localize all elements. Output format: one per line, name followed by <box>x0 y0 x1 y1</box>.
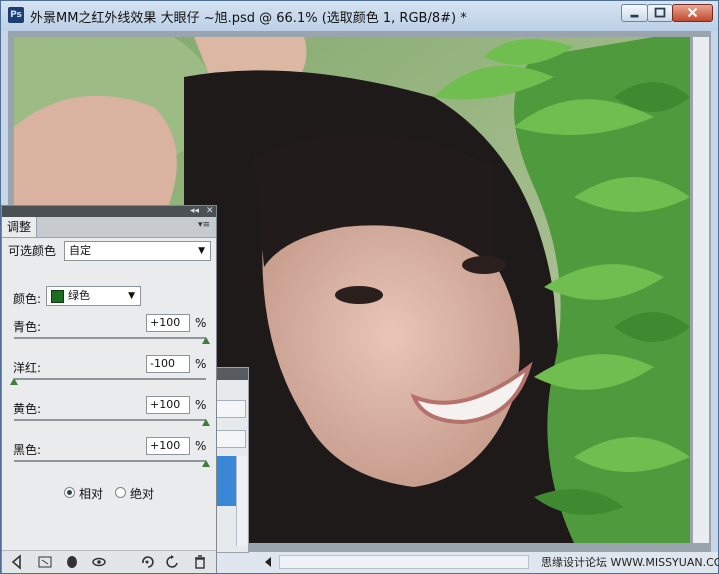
adjustment-type-label: 可选颜色 <box>8 244 57 258</box>
slider-thumb[interactable] <box>10 378 18 385</box>
collapse-icon[interactable]: ◂◂ <box>190 206 199 217</box>
preset-value: 自定 <box>69 244 91 257</box>
relative-radio[interactable] <box>64 487 75 498</box>
slider-label: 黑色: <box>13 443 42 457</box>
chevron-down-icon: ▼ <box>128 291 135 301</box>
maximize-button[interactable] <box>647 4 673 22</box>
reset-icon[interactable] <box>165 554 181 570</box>
slider-track[interactable] <box>14 460 206 462</box>
close-button[interactable] <box>672 4 713 22</box>
photoshop-document-window: Ps 外景MM之红外线效果 大眼仔 ~旭.psd @ 66.1% (选取颜色 1… <box>0 0 719 574</box>
absolute-radio[interactable] <box>115 487 126 498</box>
absolute-label: 绝对 <box>130 487 155 501</box>
adjustments-panel: ◂◂ ✕ 调整 ▾≡ 可选颜色 自定 ▼ 颜色: 绿色 ▼ 青色: +100 %… <box>1 205 217 573</box>
yellow-value-input[interactable]: +100 <box>146 396 190 414</box>
scroll-left-arrow-icon[interactable] <box>261 554 277 570</box>
relative-label: 相对 <box>79 487 104 501</box>
panel-tab-bar: 调整 ▾≡ <box>2 217 216 238</box>
slider-track[interactable] <box>14 419 206 421</box>
slider-thumb[interactable] <box>202 337 210 344</box>
layer-option-row[interactable] <box>216 400 246 418</box>
minimize-button[interactable] <box>621 4 648 22</box>
tab-adjustments[interactable]: 调整 <box>2 217 37 237</box>
percent-unit: % <box>195 439 207 453</box>
panel-header: ◂◂ ✕ <box>2 206 216 217</box>
watermark-text: 思缘设计论坛 WWW.MISSYUAN.COM <box>541 556 719 569</box>
slider-thumb[interactable] <box>202 460 210 467</box>
percent-unit: % <box>195 357 207 371</box>
selected-layer-highlight <box>216 456 236 506</box>
preset-dropdown[interactable]: 自定 ▼ <box>64 241 211 261</box>
trash-icon[interactable] <box>192 554 208 570</box>
slider-track[interactable] <box>14 337 206 339</box>
black-value-input[interactable]: +100 <box>146 437 190 455</box>
minimize-icon <box>630 14 639 18</box>
panel-footer-toolbar <box>2 550 216 573</box>
panel-close-icon[interactable]: ✕ <box>206 206 214 217</box>
colors-dropdown[interactable]: 绿色 ▼ <box>46 286 141 306</box>
cyan-value-input[interactable]: +100 <box>146 314 190 332</box>
magenta-value-input[interactable]: -100 <box>146 355 190 373</box>
layers-scrollbar[interactable] <box>236 456 247 546</box>
percent-unit: % <box>195 316 207 330</box>
horizontal-scrollbar[interactable] <box>279 555 529 569</box>
panel-menu-icon[interactable]: ▾≡ <box>198 220 212 234</box>
chevron-down-icon: ▼ <box>198 246 205 256</box>
colors-value: 绿色 <box>68 289 90 302</box>
clip-to-layer-icon[interactable] <box>64 554 80 570</box>
layers-panel-behind <box>213 367 249 553</box>
visibility-eye-icon[interactable] <box>91 554 107 570</box>
panel-header-behind <box>214 368 248 380</box>
maximize-icon <box>654 7 666 18</box>
expand-view-icon[interactable] <box>37 554 53 570</box>
layer-option-row[interactable] <box>216 430 246 448</box>
colors-label: 颜色: <box>13 292 42 306</box>
slider-label: 黄色: <box>13 402 42 416</box>
vertical-scrollbar[interactable] <box>693 37 709 543</box>
color-swatch <box>51 289 64 303</box>
photoshop-app-icon: Ps <box>8 7 24 23</box>
slider-track[interactable] <box>14 378 206 380</box>
percent-unit: % <box>195 398 207 412</box>
slider-label: 青色: <box>13 320 42 334</box>
previous-state-icon[interactable] <box>139 554 155 570</box>
close-icon <box>687 7 698 18</box>
back-arrow-icon[interactable] <box>9 554 25 570</box>
title-bar[interactable]: Ps 外景MM之红外线效果 大眼仔 ~旭.psd @ 66.1% (选取颜色 1… <box>1 1 718 31</box>
document-title: 外景MM之红外线效果 大眼仔 ~旭.psd @ 66.1% (选取颜色 1, R… <box>30 11 467 26</box>
slider-thumb[interactable] <box>202 419 210 426</box>
slider-label: 洋红: <box>13 361 42 375</box>
